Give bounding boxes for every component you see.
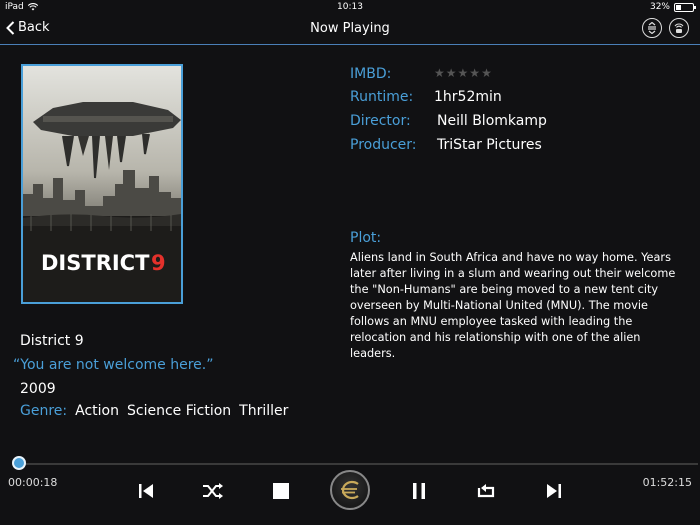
director-label: Director: — [350, 113, 411, 129]
page-title: Now Playing — [310, 21, 390, 36]
producer-label: Producer: — [350, 137, 417, 153]
producer-row: Producer: TriStar Pictures — [350, 137, 542, 153]
repeat-button[interactable] — [474, 480, 498, 502]
genre-label: Genre: — [20, 403, 68, 419]
nav-bar: Back Now Playing — [0, 14, 700, 45]
progress-scrubber-handle[interactable] — [12, 456, 26, 470]
imdb-row: IMBD: ★★★★★ — [350, 66, 492, 82]
remaining-time: 01:52:15 — [642, 476, 692, 489]
progress-bar[interactable] — [18, 463, 698, 465]
volume-levels-button[interactable] — [642, 18, 662, 38]
remote-button[interactable] — [669, 18, 689, 38]
skip-next-icon — [547, 484, 561, 498]
repeat-icon — [477, 484, 495, 498]
pause-icon — [413, 483, 425, 499]
movie-year: 2009 — [20, 381, 56, 397]
star-icon: ★ — [481, 66, 493, 80]
stop-icon — [273, 483, 289, 499]
director-value: Neill Blomkamp — [437, 113, 547, 129]
next-button[interactable] — [542, 480, 566, 502]
shuffle-icon — [203, 483, 223, 499]
movie-tagline: “You are not welcome here.” — [13, 357, 214, 373]
runtime-label: Runtime: — [350, 89, 414, 105]
imdb-label: IMBD: — [350, 66, 392, 82]
poster-title-number: 9 — [151, 251, 166, 275]
movie-poster: DISTRICT 9 — [21, 64, 183, 304]
battery-percent: 32% — [649, 2, 670, 12]
status-time: 10:13 — [337, 2, 363, 12]
shuffle-button[interactable] — [201, 480, 225, 502]
star-icon: ★ — [445, 66, 458, 80]
genre-item: Science Fiction — [126, 403, 232, 419]
poster-art: DISTRICT 9 — [23, 66, 181, 302]
remote-icon — [674, 23, 684, 33]
producer-value: TriStar Pictures — [437, 137, 542, 153]
genre-item: Thriller — [239, 403, 289, 419]
app-logo-icon — [341, 480, 359, 500]
star-icon: ★ — [457, 66, 470, 80]
status-bar: iPad 10:13 32% — [0, 0, 700, 14]
elapsed-time: 00:00:18 — [8, 476, 58, 489]
poster-title: DISTRICT — [41, 251, 150, 275]
star-icon: ★ — [434, 66, 446, 80]
genre-item: Action — [75, 403, 119, 419]
star-icon: ★ — [469, 66, 482, 80]
genre-row: Genre: Action Science Fiction Thriller — [20, 403, 288, 419]
plot-label: Plot: — [350, 230, 382, 246]
movie-title: District 9 — [20, 333, 84, 349]
imdb-rating-stars: ★★★★★ — [434, 66, 493, 80]
battery-icon — [674, 2, 696, 12]
stop-button[interactable] — [269, 480, 293, 502]
runtime-value: 1hr52min — [434, 89, 502, 105]
director-row: Director: Neill Blomkamp — [350, 113, 547, 129]
pause-button[interactable] — [407, 480, 431, 502]
previous-button[interactable] — [134, 480, 158, 502]
app-logo-button[interactable] — [330, 470, 370, 510]
runtime-row: Runtime: 1hr52min — [350, 89, 502, 105]
volume-levels-icon — [648, 22, 656, 34]
skip-previous-icon — [139, 484, 153, 498]
plot-text: Aliens land in South Africa and have no … — [350, 251, 676, 360]
